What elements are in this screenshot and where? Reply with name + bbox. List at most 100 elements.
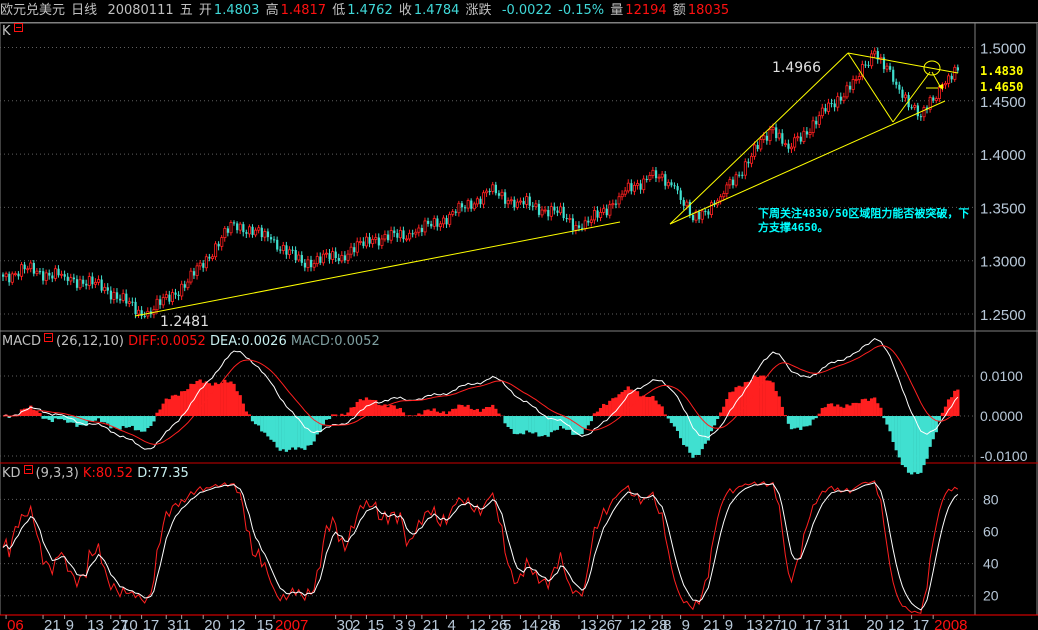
candle-up (195, 265, 199, 276)
candle-up (710, 202, 714, 215)
candle-down (464, 207, 467, 209)
candle-up (620, 193, 624, 198)
date-label: 17 (143, 617, 160, 630)
candle-up (389, 230, 393, 241)
support-label: 1.4650 (980, 80, 1024, 94)
candle-down (950, 75, 953, 80)
macd-dea: DEA:0.0026 (209, 334, 287, 349)
kd-k: K:80.52 (82, 466, 134, 481)
candle-down (319, 256, 322, 263)
macd-bar (140, 416, 144, 432)
candle-down (91, 276, 94, 285)
candle-down (174, 292, 177, 295)
resistance-label: 1.4830 (980, 64, 1024, 78)
candle-down (799, 136, 802, 142)
macd-bar (783, 415, 787, 416)
candle-up (648, 175, 652, 181)
macd-bar (879, 407, 883, 416)
macd-bar (324, 416, 329, 420)
macd-bar (756, 376, 760, 416)
macd-bar (694, 416, 698, 455)
candle-down (236, 223, 239, 231)
candle-down (765, 135, 769, 141)
macd-bar (780, 406, 784, 416)
macd-bar (260, 416, 264, 432)
chart-canvas[interactable]: 1.5000 1.4500 1.4000 1.3500 1.3000 1.2500 0.01… (0, 0, 1038, 630)
macd-bar (44, 416, 48, 419)
price-tick-label: 1.2500 (980, 307, 1026, 324)
candle-down (202, 263, 205, 268)
candle-up (796, 136, 800, 139)
candle-down (260, 227, 263, 238)
candle-up (543, 209, 547, 212)
macd-bar (679, 416, 683, 439)
macd-bar (340, 413, 344, 416)
trendline (134, 221, 621, 317)
candle-down (454, 211, 457, 213)
macd-bar (377, 404, 381, 416)
date-label: 8 (663, 617, 671, 630)
macd-bar (491, 404, 495, 416)
collapse-icon[interactable] (23, 465, 33, 474)
macd-bar (543, 416, 547, 436)
candle-down (531, 205, 534, 207)
macd-bar (583, 416, 587, 429)
candle-up (509, 199, 513, 202)
macd-bar (829, 403, 834, 416)
kd-tick-label: 80 (983, 491, 999, 507)
candle-up (700, 210, 704, 220)
macd-tick-label: 0.0100 (980, 368, 1023, 384)
candle-up (472, 203, 476, 210)
price-tick-label: 1.3000 (980, 254, 1026, 271)
candle-down (411, 233, 414, 235)
candle-down (707, 211, 710, 215)
candle-down (143, 315, 146, 317)
date-label: 2007 (275, 617, 308, 630)
macd-bar (626, 386, 630, 416)
high-mark-label: 1.4966 (772, 60, 821, 76)
macd-bar (112, 416, 116, 428)
macd-bar (910, 416, 914, 475)
candle-up (719, 196, 723, 202)
candle-up (626, 182, 630, 192)
macd-bar (863, 398, 868, 416)
candle-up (845, 85, 849, 98)
macd-bar (349, 407, 353, 416)
macd-bar (133, 416, 138, 431)
macd-bar (321, 416, 325, 426)
macd-value: MACD:0.0052 (290, 334, 380, 349)
macd-bar (525, 416, 529, 431)
macd-bar (845, 404, 849, 416)
macd-tick-label: -0.0100 (980, 448, 1028, 464)
collapse-icon[interactable] (43, 333, 53, 342)
macd-bar (146, 416, 150, 429)
candle-down (328, 253, 331, 260)
macd-bar (103, 416, 107, 423)
macd-diff: DIFF:0.0052 (128, 334, 206, 349)
macd-bar (946, 399, 951, 416)
macd-bar (531, 416, 535, 434)
candle-down (430, 223, 433, 227)
candle-up (725, 184, 729, 194)
candle-up (937, 87, 941, 99)
candle-down (698, 211, 701, 220)
candle-up (944, 82, 948, 86)
macd-bar (598, 407, 603, 416)
macd-bar (808, 416, 812, 426)
kd-tick-label: 60 (983, 523, 999, 539)
trendline (669, 100, 946, 225)
macd-bar (602, 403, 606, 416)
macd-bar (478, 411, 483, 416)
candle-down (285, 245, 288, 255)
candle-down (889, 66, 892, 70)
candle-up (414, 231, 418, 235)
candle-down (596, 210, 599, 218)
macd-bar (552, 416, 556, 431)
candle-up (666, 181, 670, 187)
collapse-icon[interactable] (13, 23, 23, 32)
macd-bar (885, 416, 889, 425)
candle-up (827, 102, 831, 112)
candle-down (217, 243, 220, 247)
candle-down (396, 233, 399, 238)
candle-up (451, 211, 455, 215)
